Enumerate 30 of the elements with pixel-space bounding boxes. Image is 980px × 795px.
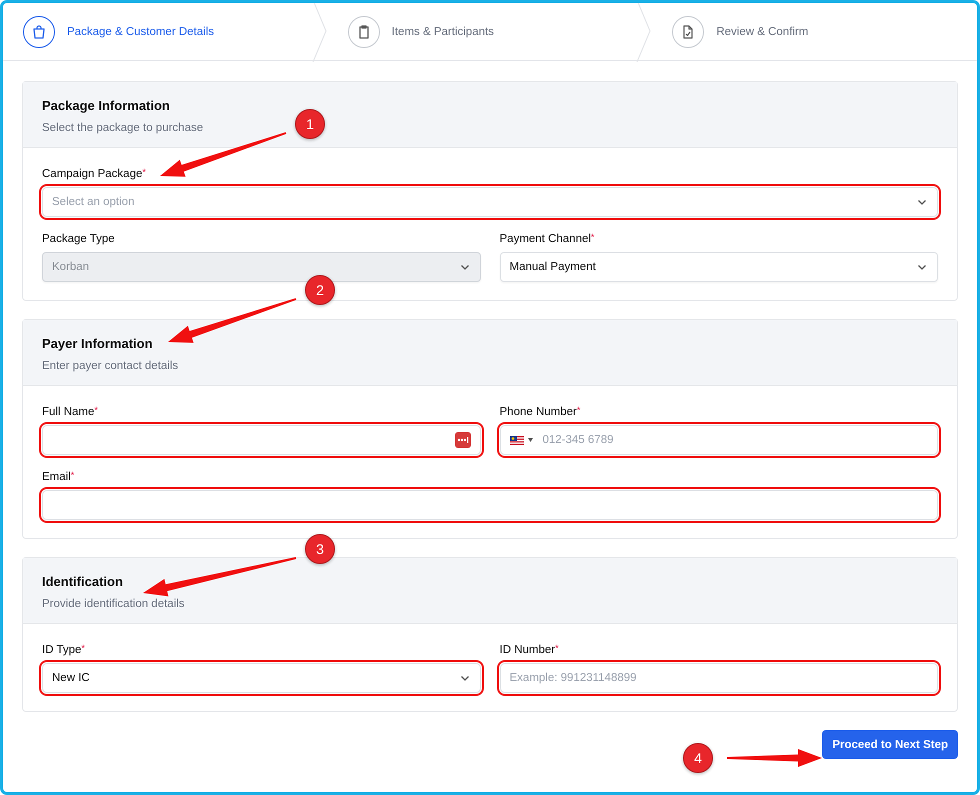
callout-number: 3 <box>305 534 335 564</box>
input-field[interactable] <box>42 490 938 520</box>
section-subtitle: Select the package to purchase <box>42 122 204 134</box>
section-title: Payer Information <box>42 336 153 351</box>
step-tab[interactable]: Items & Participants <box>328 3 652 60</box>
field-label: ID Type$^{*}$ <box>42 644 85 656</box>
callout-number: 2 <box>305 275 335 305</box>
field-label: Payment Channel$^{*}$ <box>500 233 594 245</box>
input-field[interactable]: Example: 991231148899 <box>500 663 938 693</box>
field-label: Email$^{*}$ <box>42 471 74 483</box>
field-label: Campaign Package$^{*}$ <box>42 168 146 180</box>
callout-number: 4 <box>683 743 713 773</box>
field-label: Full Name$^{*}$ <box>42 406 98 418</box>
select-field[interactable]: Select an option <box>42 187 938 217</box>
field-label: Phone Number$^{*}$ <box>500 406 580 418</box>
field-label: ID Number$^{*}$ <box>500 644 559 656</box>
section-subtitle: Enter payer contact details <box>42 360 178 372</box>
section-subtitle: Provide identification details <box>42 598 185 610</box>
step-tab[interactable]: Review & Confirm <box>652 3 977 60</box>
section-title: Package Information <box>42 98 170 113</box>
flag-icon <box>510 436 524 444</box>
password-manager-icon[interactable] <box>454 432 470 448</box>
shopping-bag-icon <box>31 24 47 40</box>
section-title: Identification <box>42 574 123 589</box>
caret-icon <box>528 438 532 442</box>
select-field[interactable]: Manual Payment <box>500 252 938 282</box>
field-label: Package Type <box>42 233 115 245</box>
step-tab[interactable]: Package & Customer Details <box>3 3 328 60</box>
proceed-button[interactable]: Proceed to Next Step <box>822 730 958 759</box>
phone-field[interactable]: 012-345 6789 <box>500 425 938 455</box>
